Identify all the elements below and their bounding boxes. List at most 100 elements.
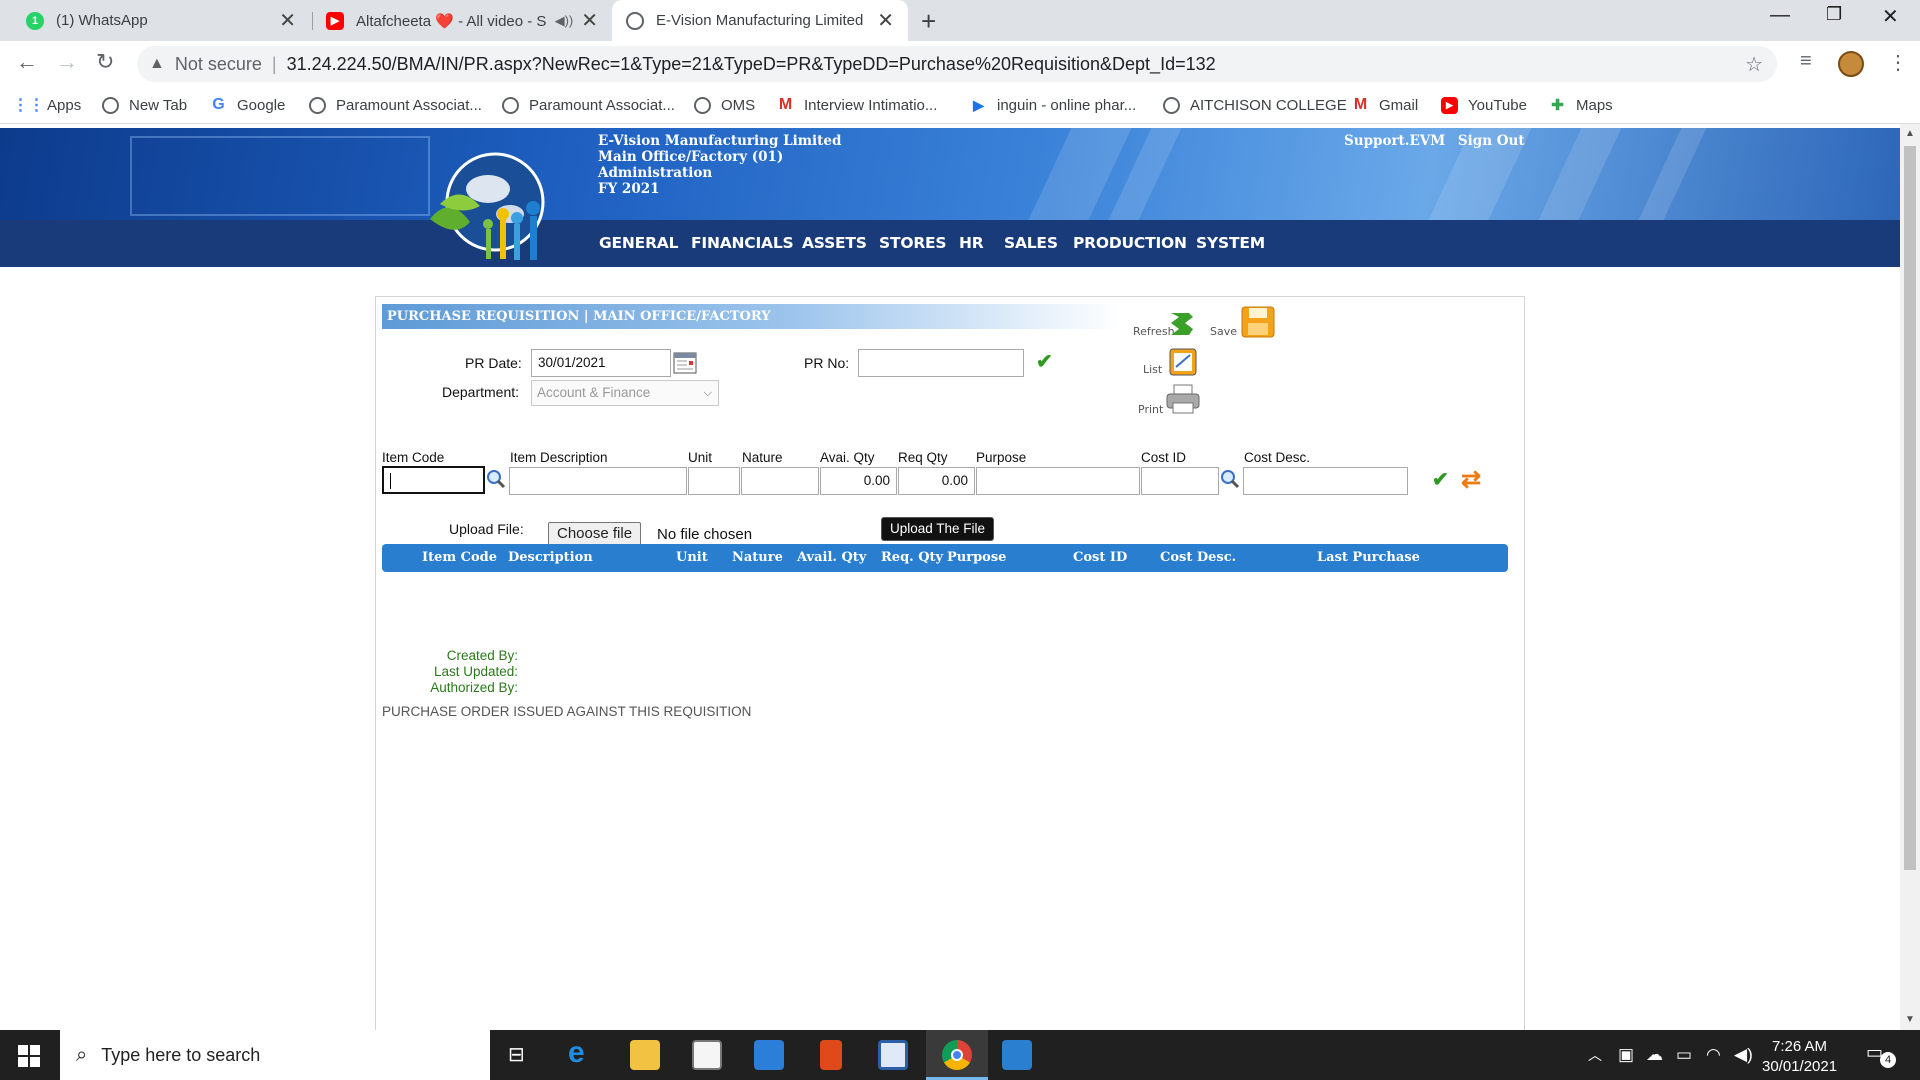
- wifi-icon[interactable]: ◠: [1706, 1045, 1721, 1065]
- bookmark-youtube[interactable]: ▶ YouTube: [1441, 88, 1527, 122]
- forward-arrow-icon[interactable]: →: [56, 49, 78, 75]
- system-clock[interactable]: 7:26 AM 30/01/2021: [1762, 1037, 1837, 1077]
- nature-input[interactable]: [741, 467, 819, 495]
- battery-icon[interactable]: ▭: [1676, 1045, 1692, 1065]
- mail-icon[interactable]: [754, 1040, 784, 1070]
- minimize-button[interactable]: —: [1770, 4, 1790, 27]
- department-label: Department:: [442, 384, 520, 400]
- save-label[interactable]: Save: [1210, 325, 1237, 338]
- new-tab-button[interactable]: +: [921, 6, 936, 37]
- restore-button[interactable]: ❐: [1826, 4, 1842, 25]
- security-status[interactable]: Not secure: [175, 54, 262, 75]
- close-icon[interactable]: ✕: [279, 8, 296, 33]
- bookmark-star-icon[interactable]: ☆: [1745, 52, 1763, 77]
- nav-production[interactable]: PRODUCTION: [1073, 220, 1187, 267]
- avail-qty-input[interactable]: 0.00: [820, 467, 897, 495]
- tab-youtube[interactable]: ▶ Altafcheeta ❤️ - All video - S ◀)) ✕: [312, 0, 612, 41]
- taskbar-search-box[interactable]: ⌕ Type here to search: [60, 1030, 490, 1080]
- close-window-button[interactable]: ✕: [1882, 4, 1899, 29]
- sign-out-link[interactable]: Sign Out: [1458, 133, 1525, 149]
- search-icon: ⌕: [76, 1043, 88, 1066]
- save-floppy-icon[interactable]: [1240, 305, 1276, 339]
- page-scrollbar[interactable]: ▲ ▼: [1900, 124, 1920, 1030]
- task-view-icon[interactable]: ⊟: [508, 1042, 525, 1067]
- bookmark-gmail[interactable]: M Gmail: [1352, 88, 1418, 122]
- bookmark-apps[interactable]: ⋮⋮ Apps: [13, 88, 82, 122]
- nav-assets[interactable]: ASSETS: [802, 220, 867, 267]
- department-select[interactable]: Account & Finance ⌵: [531, 380, 719, 406]
- meet-now-icon[interactable]: ▣: [1618, 1045, 1634, 1065]
- pr-date-input[interactable]: 30/01/2021: [531, 349, 671, 377]
- nav-hr[interactable]: HR: [959, 220, 984, 267]
- bookmark-aitchison[interactable]: AITCHISON COLLEGE: [1163, 88, 1347, 122]
- store-icon[interactable]: [692, 1040, 722, 1070]
- tab-whatsapp[interactable]: 1 (1) WhatsApp ✕: [12, 0, 310, 41]
- close-icon[interactable]: ✕: [581, 8, 598, 33]
- close-icon[interactable]: ✕: [877, 8, 894, 33]
- nav-sales[interactable]: SALES: [1004, 220, 1058, 267]
- search-magnifier-icon[interactable]: [1220, 469, 1240, 489]
- profile-avatar[interactable]: [1838, 51, 1864, 77]
- office-icon[interactable]: [820, 1040, 842, 1070]
- address-bar[interactable]: ▲ Not secure | 31.24.224.50/BMA/IN/PR.as…: [137, 46, 1777, 82]
- choose-file-button[interactable]: Choose file: [548, 522, 642, 546]
- verify-check-icon[interactable]: ✔: [1036, 349, 1053, 374]
- speaker-muted-icon[interactable]: ◀)): [555, 13, 574, 29]
- purpose-input[interactable]: [976, 467, 1140, 495]
- onedrive-cloud-icon[interactable]: ☁: [1646, 1045, 1663, 1065]
- req-qty-input[interactable]: 0.00: [898, 467, 975, 495]
- pr-date-label: PR Date:: [465, 355, 522, 371]
- nav-system[interactable]: SYSTEM: [1196, 220, 1265, 267]
- photos-icon[interactable]: [1002, 1040, 1032, 1070]
- refresh-icon[interactable]: [1165, 305, 1199, 339]
- warning-triangle-icon[interactable]: ▲: [149, 55, 165, 73]
- cost-desc-input[interactable]: [1243, 467, 1408, 495]
- list-label[interactable]: List: [1143, 363, 1162, 376]
- kebab-menu-icon[interactable]: ⋮: [1888, 50, 1908, 75]
- nav-general[interactable]: GENERAL: [599, 220, 678, 267]
- media-queue-icon[interactable]: ≡: [1800, 50, 1812, 73]
- bookmark-oms[interactable]: OMS: [694, 88, 755, 122]
- file-explorer-icon[interactable]: [630, 1040, 660, 1070]
- bookmark-paramount-1[interactable]: Paramount Associat...: [309, 88, 482, 122]
- unit-label: Unit: [688, 450, 713, 465]
- chevron-down-icon: ⌵: [703, 387, 712, 399]
- calendar-icon[interactable]: [673, 350, 697, 374]
- bookmark-paramount-2[interactable]: Paramount Associat...: [502, 88, 675, 122]
- windows-start-icon[interactable]: [18, 1045, 40, 1067]
- edge-browser-icon[interactable]: e: [568, 1036, 598, 1069]
- scrollbar-thumb[interactable]: [1904, 146, 1916, 870]
- url-text[interactable]: 31.24.224.50/BMA/IN/PR.aspx?NewRec=1&Typ…: [287, 54, 1216, 75]
- col-req-qty: Req. Qty: [881, 550, 944, 565]
- main-nav: GENERAL FINANCIALS ASSETS STORES HR SALE…: [0, 220, 1900, 267]
- bookmark-label: New Tab: [129, 96, 188, 114]
- reload-icon[interactable]: ↻: [96, 49, 114, 75]
- nav-financials[interactable]: FINANCIALS: [691, 220, 794, 267]
- nav-stores[interactable]: STORES: [879, 220, 947, 267]
- bookmark-new-tab[interactable]: New Tab: [102, 88, 187, 122]
- chrome-taskbar-active[interactable]: [926, 1030, 988, 1080]
- pr-no-input[interactable]: [858, 349, 1024, 377]
- tab-evision[interactable]: E-Vision Manufacturing Limited ✕: [612, 0, 908, 41]
- app-window-icon[interactable]: [878, 1040, 908, 1070]
- add-line-check-icon[interactable]: ✔: [1432, 467, 1449, 492]
- bookmark-interview[interactable]: M Interview Intimatio...: [777, 88, 938, 122]
- back-arrow-icon[interactable]: ←: [16, 49, 38, 75]
- notification-center-icon[interactable]: ▭ 4: [1866, 1042, 1896, 1068]
- item-description-input[interactable]: [509, 467, 687, 495]
- print-label[interactable]: Print: [1138, 403, 1163, 416]
- bookmark-inguin[interactable]: ▶ inguin - online phar...: [970, 88, 1136, 122]
- support-link[interactable]: Support.EVM: [1344, 133, 1445, 149]
- upload-file-button[interactable]: Upload The File: [881, 517, 995, 541]
- bookmark-maps[interactable]: ✚ Maps: [1549, 88, 1612, 122]
- search-magnifier-icon[interactable]: [486, 469, 506, 489]
- volume-icon[interactable]: ◀): [1734, 1045, 1753, 1065]
- printer-icon[interactable]: [1164, 383, 1202, 415]
- unit-input[interactable]: [688, 467, 740, 495]
- list-clipboard-icon[interactable]: [1166, 345, 1200, 377]
- bookmark-google[interactable]: G Google: [210, 88, 285, 122]
- item-code-input[interactable]: [382, 466, 485, 494]
- cost-id-input[interactable]: [1141, 467, 1219, 495]
- chevron-up-icon[interactable]: ︿: [1588, 1045, 1602, 1065]
- reset-arrows-icon[interactable]: ⇄: [1461, 465, 1481, 494]
